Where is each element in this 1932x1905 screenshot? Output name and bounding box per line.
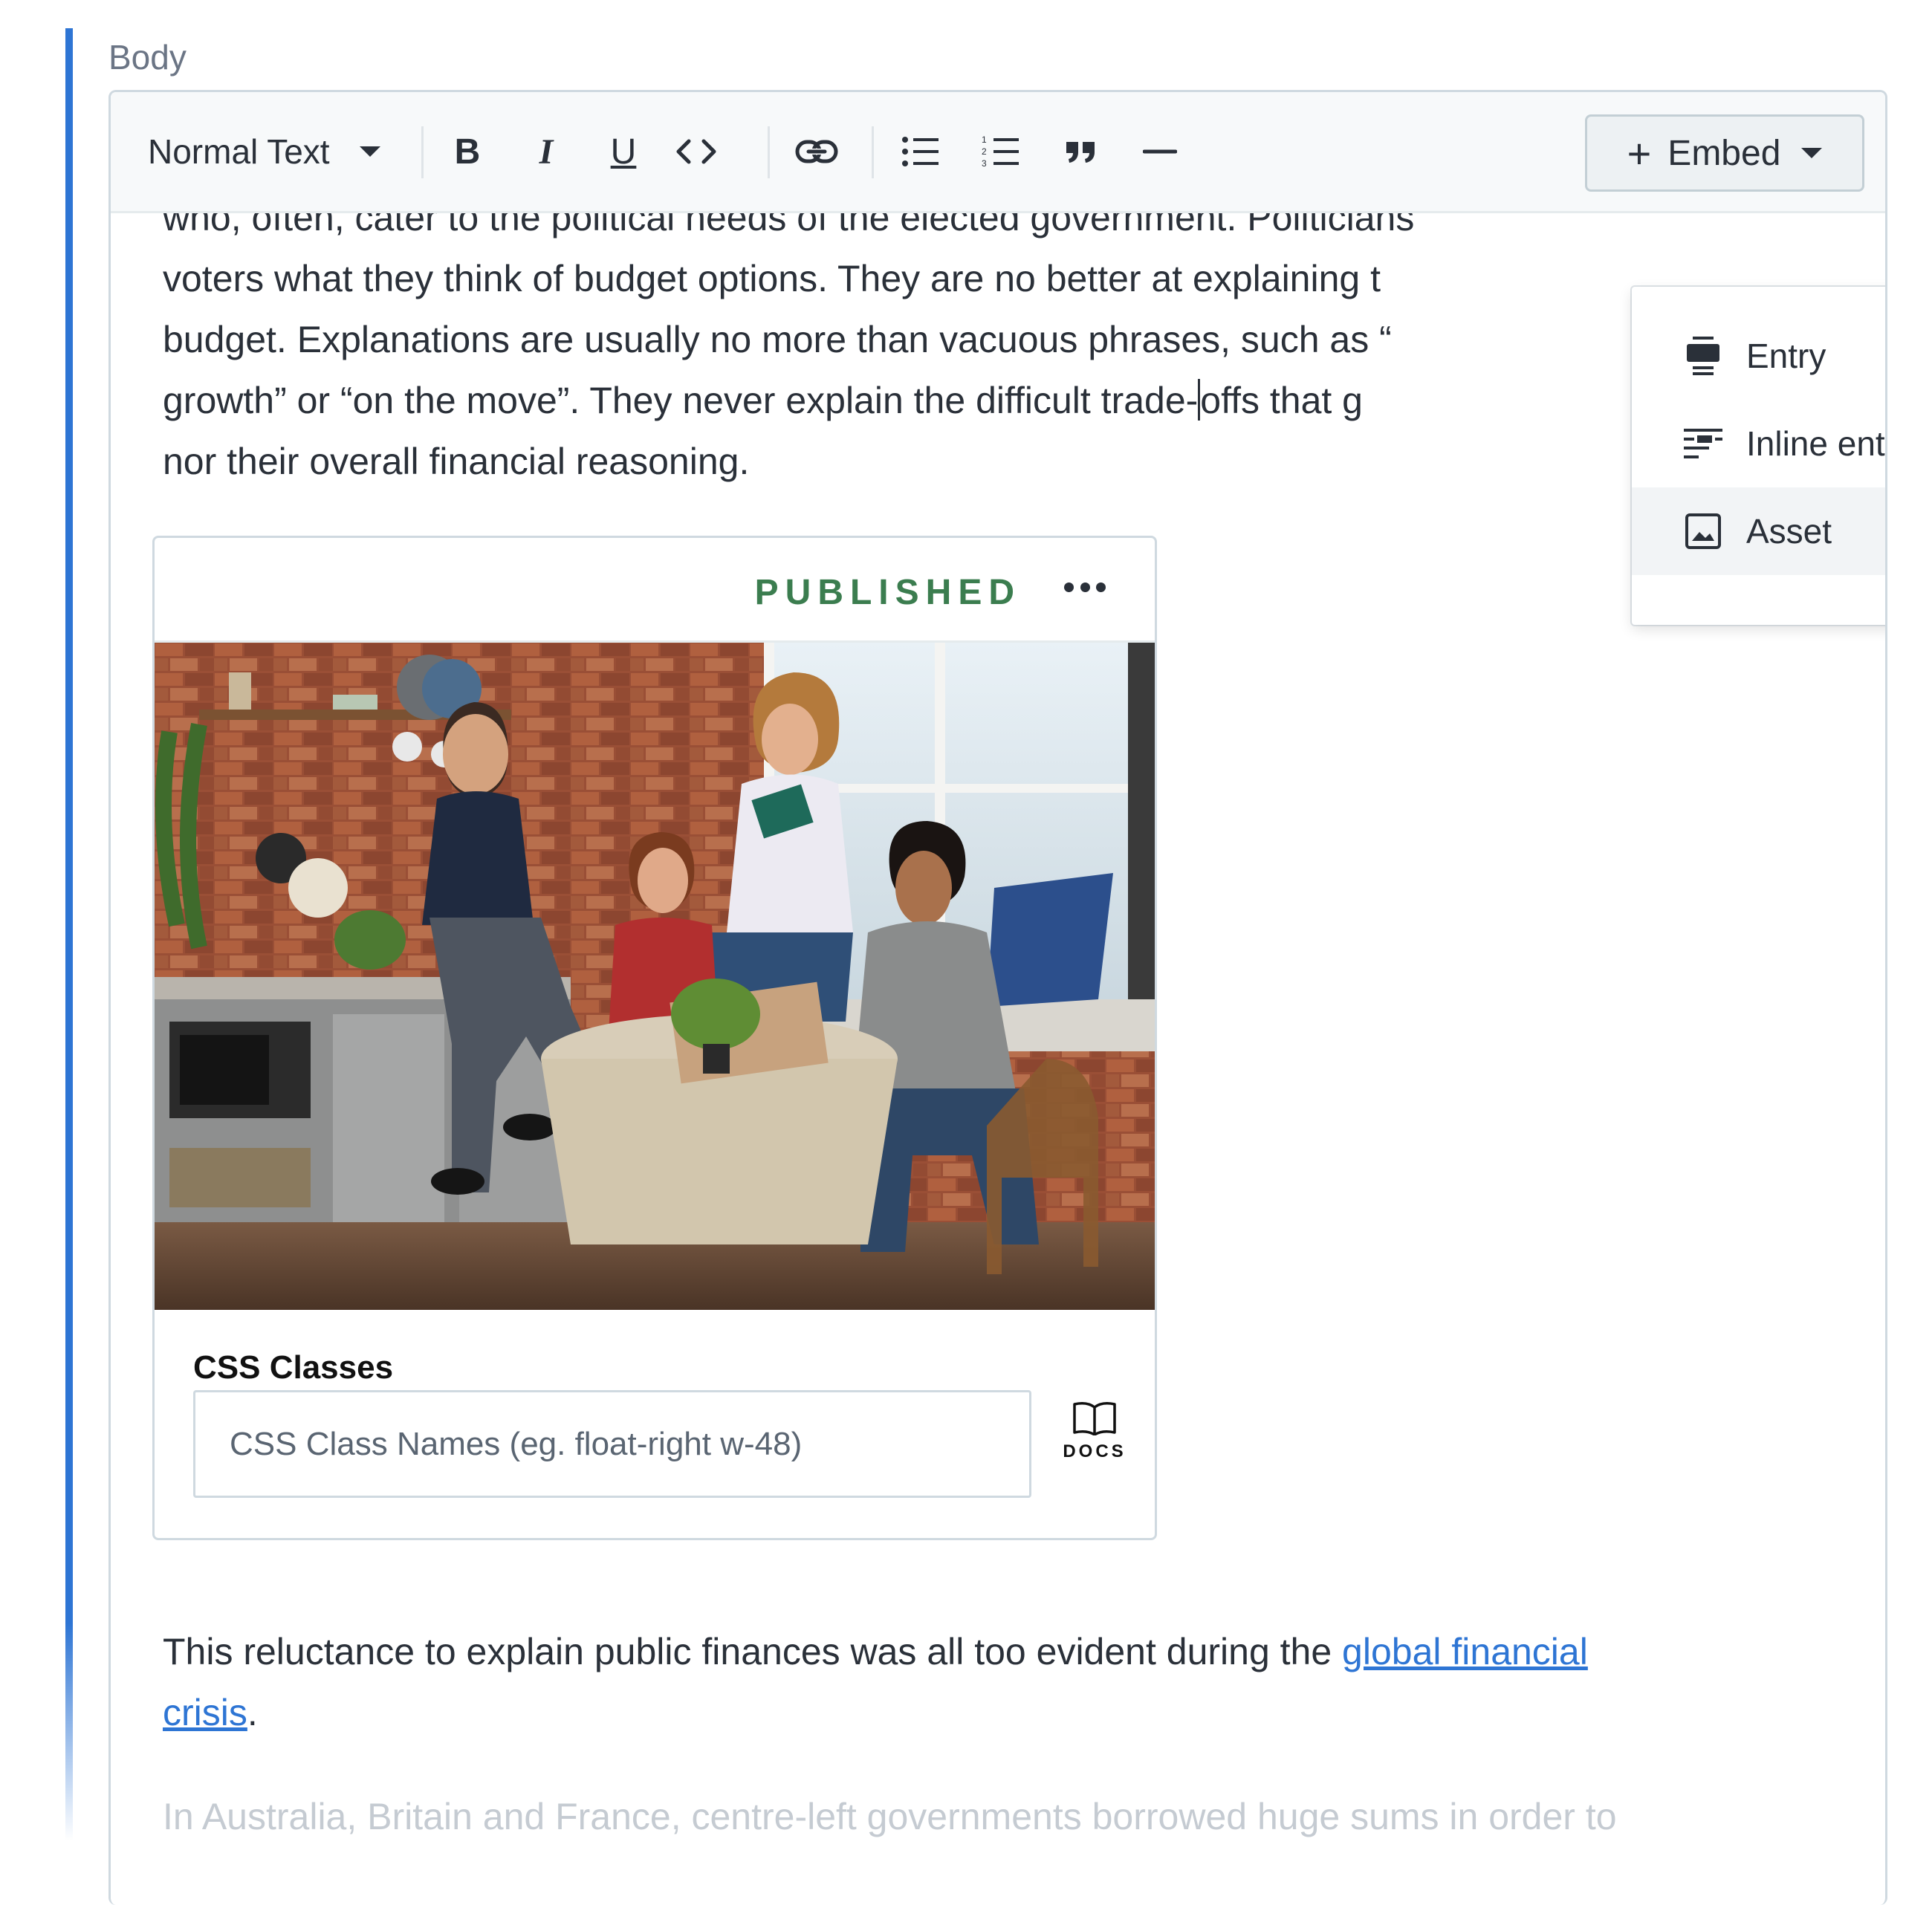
svg-text:1: 1 bbox=[982, 134, 987, 145]
svg-text:3: 3 bbox=[982, 158, 987, 169]
entry-icon bbox=[1681, 334, 1725, 378]
inline-entry-icon bbox=[1681, 421, 1725, 466]
css-classes-input[interactable] bbox=[193, 1390, 1031, 1498]
embed-dropdown-menu: Entry Inline entry Asset bbox=[1632, 287, 1885, 625]
embed-menu-label: Asset bbox=[1746, 512, 1832, 551]
embed-menu-item-entry[interactable]: Entry bbox=[1632, 312, 1885, 400]
chevron-down-icon bbox=[1801, 148, 1823, 158]
docs-label: DOCS bbox=[1063, 1441, 1127, 1461]
underline-button[interactable]: U bbox=[594, 92, 653, 211]
italic-button[interactable]: I bbox=[516, 92, 576, 211]
text-style-label: Normal Text bbox=[148, 132, 330, 171]
paragraph: In Australia, Britain and France, centre… bbox=[163, 1786, 1617, 1847]
global-financial-crisis-link[interactable]: crisis bbox=[163, 1692, 247, 1733]
toolbar-divider bbox=[421, 126, 424, 178]
plus-icon: + bbox=[1627, 129, 1652, 177]
italic-icon: I bbox=[539, 132, 554, 172]
text-line: crisis. bbox=[163, 1682, 1588, 1743]
embed-button[interactable]: + Embed bbox=[1585, 114, 1864, 192]
code-button[interactable] bbox=[667, 92, 726, 211]
asset-image bbox=[155, 643, 1155, 1310]
embedded-asset-card[interactable]: PUBLISHED CSS Classes CSS Class Names (e… bbox=[152, 536, 1157, 1540]
text-segment: This reluctance to explain public financ… bbox=[163, 1631, 1343, 1672]
underline-icon: U bbox=[610, 132, 637, 172]
rich-text-editor[interactable]: Normal Text B I U 123 + Embed who, often… bbox=[108, 90, 1887, 1905]
editor-toolbar: Normal Text B I U 123 + Embed bbox=[111, 92, 1885, 213]
embed-menu-label: Inline entry bbox=[1746, 424, 1885, 463]
toolbar-divider bbox=[768, 126, 770, 178]
status-badge: PUBLISHED bbox=[754, 573, 1021, 612]
bold-icon: B bbox=[454, 132, 481, 172]
text-line: budget. Explanations are usually no more… bbox=[163, 319, 1392, 360]
field-label: Body bbox=[108, 38, 187, 77]
paragraph: This reluctance to explain public financ… bbox=[163, 1621, 1588, 1743]
horizontal-rule-button[interactable] bbox=[1130, 92, 1190, 211]
quote-button[interactable] bbox=[1051, 92, 1111, 211]
css-classes-label: CSS Classes bbox=[193, 1349, 394, 1386]
embed-menu-item-inline-entry[interactable]: Inline entry bbox=[1632, 400, 1885, 487]
text-segment: . bbox=[247, 1692, 258, 1733]
text-segment: growth” or “on the move”. They never exp… bbox=[163, 380, 1199, 421]
docs-link[interactable]: DOCS bbox=[1054, 1400, 1135, 1482]
text-line: voters what they think of budget options… bbox=[163, 258, 1381, 299]
image-icon bbox=[1681, 509, 1725, 554]
paragraph: who, often, cater to the political needs… bbox=[163, 187, 1634, 492]
text-line: nor their overall financial reasoning. bbox=[163, 441, 750, 482]
bulleted-list-icon bbox=[902, 137, 939, 166]
asset-card-header: PUBLISHED bbox=[155, 538, 1155, 643]
field-accent-bar bbox=[65, 28, 73, 1841]
book-icon bbox=[1073, 1402, 1116, 1435]
text-line: This reluctance to explain public financ… bbox=[163, 1621, 1588, 1682]
embed-menu-label: Entry bbox=[1746, 337, 1826, 375]
quote-icon bbox=[1066, 142, 1095, 163]
link-icon bbox=[795, 140, 838, 163]
more-options-icon[interactable] bbox=[1064, 580, 1106, 594]
svg-text:2: 2 bbox=[982, 146, 987, 157]
bold-button[interactable]: B bbox=[438, 92, 497, 211]
text-segment: offs that g bbox=[1200, 380, 1363, 421]
numbered-list-icon: 123 bbox=[982, 134, 1019, 169]
embed-label: Embed bbox=[1667, 133, 1781, 173]
chevron-down-icon bbox=[359, 146, 380, 157]
horizontal-rule-icon bbox=[1143, 149, 1177, 154]
numbered-list-button[interactable]: 123 bbox=[971, 92, 1031, 211]
text-style-dropdown[interactable]: Normal Text bbox=[148, 92, 380, 211]
toolbar-divider bbox=[872, 126, 874, 178]
code-icon bbox=[676, 139, 716, 164]
embed-menu-item-asset[interactable]: Asset bbox=[1632, 487, 1885, 575]
bulleted-list-button[interactable] bbox=[891, 92, 950, 211]
text-line: In Australia, Britain and France, centre… bbox=[163, 1796, 1617, 1837]
link-button[interactable] bbox=[787, 92, 846, 211]
global-financial-crisis-link[interactable]: global financial bbox=[1342, 1631, 1588, 1672]
text-line: growth” or “on the move”. They never exp… bbox=[163, 370, 1634, 431]
